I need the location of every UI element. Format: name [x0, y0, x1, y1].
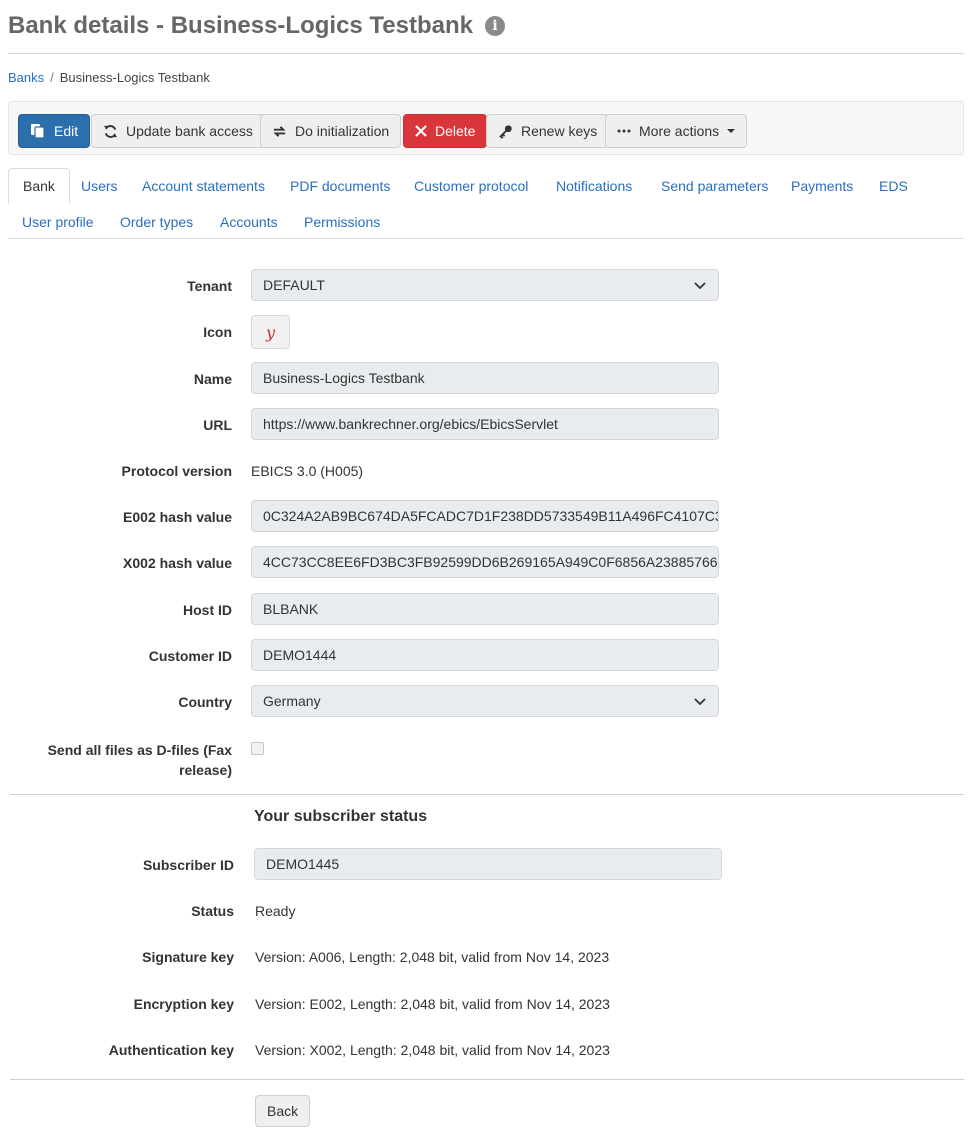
close-icon	[415, 125, 427, 137]
chevron-down-icon	[694, 282, 706, 290]
protocol-version-value: EBICS 3.0 (H005)	[251, 463, 364, 479]
d-files-label: Send all files as D-files (Fax release)	[48, 740, 232, 780]
tab-pdf-documents[interactable]: PDF documents	[290, 168, 390, 204]
sync-icon	[273, 125, 286, 137]
tab-bank[interactable]: Bank	[8, 168, 70, 204]
e002-hash-label: E002 hash value	[123, 509, 232, 525]
delete-button[interactable]: Delete	[403, 114, 488, 148]
country-select[interactable]: Germany	[251, 685, 719, 717]
protocol-version-label: Protocol version	[121, 463, 232, 479]
country-value: Germany	[263, 693, 321, 709]
tenant-label: Tenant	[187, 278, 232, 294]
tab-notifications[interactable]: Notifications	[556, 168, 632, 204]
customer-id-field[interactable]: DEMO1444	[251, 639, 719, 671]
encryption-key-value: Version: E002, Length: 2,048 bit, valid …	[255, 996, 610, 1012]
d-files-label-line2: release)	[179, 762, 232, 778]
d-files-label-line1: Send all files as D-files (Fax	[47, 742, 232, 758]
copy-icon	[31, 124, 45, 139]
host-id-field[interactable]: BLBANK	[251, 593, 719, 625]
tab-payments[interactable]: Payments	[791, 168, 853, 204]
caret-down-icon	[727, 129, 736, 133]
title-row: Bank details - Business-Logics Testbank …	[8, 10, 506, 42]
signature-key-label: Signature key	[142, 949, 234, 965]
tab-accounts[interactable]: Accounts	[220, 204, 278, 240]
chevron-down-icon	[694, 698, 706, 706]
breadcrumb-banks-link[interactable]: Banks	[8, 70, 44, 85]
icon-label: Icon	[203, 324, 232, 340]
x002-hash-label: X002 hash value	[123, 555, 232, 571]
bank-icon-picker[interactable]: y	[251, 315, 290, 349]
subscriber-status-heading: Your subscriber status	[254, 808, 428, 825]
customer-id-label: Customer ID	[148, 648, 232, 664]
edit-button[interactable]: Edit	[18, 114, 91, 148]
authentication-key-label: Authentication key	[108, 1042, 234, 1058]
title-divider	[8, 53, 964, 54]
tab-users[interactable]: Users	[81, 168, 118, 204]
host-id-label: Host ID	[183, 602, 232, 618]
update-bank-access-button[interactable]: Update bank access	[91, 114, 265, 148]
tab-user-profile[interactable]: User profile	[22, 204, 94, 240]
country-label: Country	[178, 694, 232, 710]
tenant-select[interactable]: DEFAULT	[251, 269, 719, 301]
renew-keys-button[interactable]: Renew keys	[486, 114, 610, 148]
page-title: Bank details - Business-Logics Testbank	[8, 12, 474, 39]
breadcrumb: Banks / Business-Logics Testbank	[8, 70, 210, 85]
d-files-checkbox[interactable]	[251, 742, 264, 755]
tab-account-statements[interactable]: Account statements	[142, 168, 265, 204]
x002-hash-field[interactable]: 4CC73CC8EE6FD3BC3FB92599DD6B269165A949C0…	[251, 546, 719, 578]
encryption-key-label: Encryption key	[133, 996, 234, 1012]
refresh-icon	[103, 124, 118, 138]
more-actions-button[interactable]: More actions	[605, 114, 748, 148]
status-value: Ready	[255, 903, 296, 919]
do-initialization-label: Do initialization	[295, 123, 390, 139]
tab-customer-protocol[interactable]: Customer protocol	[414, 168, 528, 204]
bank-details-page: Bank details - Business-Logics Testbank …	[0, 0, 972, 1133]
footer-divider	[10, 1079, 964, 1080]
tab-order-types[interactable]: Order types	[120, 204, 193, 240]
info-circle-icon[interactable]: i	[485, 16, 506, 36]
do-initialization-button[interactable]: Do initialization	[260, 114, 402, 148]
breadcrumb-separator: /	[50, 70, 54, 85]
key-icon	[499, 124, 512, 139]
ellipsis-icon	[617, 129, 631, 133]
more-actions-label: More actions	[639, 123, 720, 139]
url-label: URL	[203, 417, 232, 433]
tab-bar: Bank Users Account statements PDF docume…	[8, 168, 964, 239]
tab-eds[interactable]: EDS	[879, 168, 908, 204]
tab-send-parameters[interactable]: Send parameters	[661, 168, 768, 204]
section-divider	[10, 794, 964, 795]
delete-button-label: Delete	[435, 123, 476, 139]
breadcrumb-current: Business-Logics Testbank	[59, 70, 210, 85]
name-label: Name	[193, 371, 232, 387]
tab-permissions[interactable]: Permissions	[304, 204, 380, 240]
subscriber-id-label: Subscriber ID	[142, 857, 234, 873]
tenant-value: DEFAULT	[263, 277, 325, 293]
back-button[interactable]: Back	[255, 1095, 311, 1127]
subscriber-id-field[interactable]: DEMO1445	[254, 848, 722, 880]
renew-keys-label: Renew keys	[521, 123, 598, 139]
signature-key-value: Version: A006, Length: 2,048 bit, valid …	[255, 949, 610, 965]
url-field[interactable]: https://www.bankrechner.org/ebics/EbicsS…	[251, 408, 719, 440]
status-label: Status	[191, 903, 234, 919]
update-bank-access-label: Update bank access	[126, 123, 253, 139]
action-toolbar: Edit Update bank access Do initializatio…	[8, 101, 964, 155]
e002-hash-field[interactable]: 0C324A2AB9BC674DA5FCADC7D1F238DD5733549B…	[251, 500, 719, 532]
name-field[interactable]: Business-Logics Testbank	[251, 362, 719, 394]
edit-button-label: Edit	[54, 123, 79, 139]
authentication-key-value: Version: X002, Length: 2,048 bit, valid …	[255, 1042, 610, 1058]
